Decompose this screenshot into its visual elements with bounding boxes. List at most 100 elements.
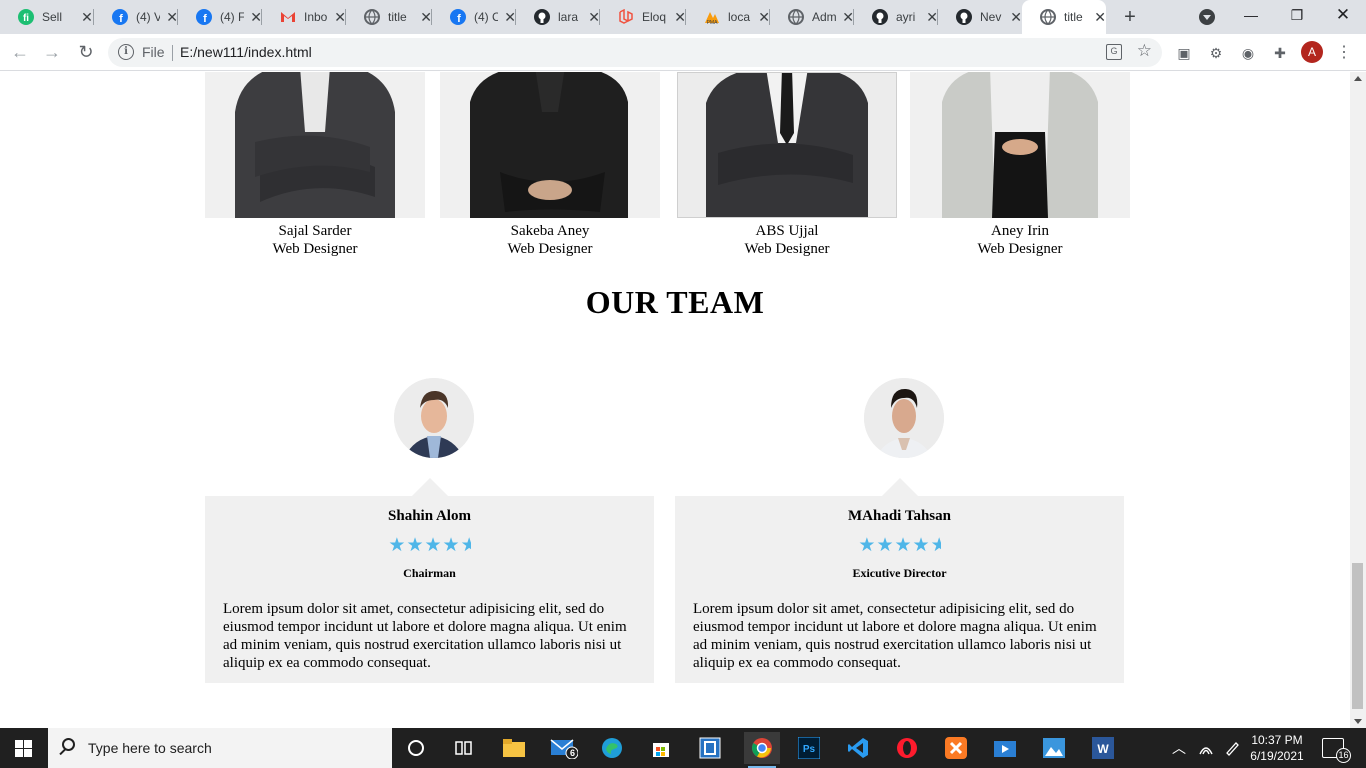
tab-title: lara <box>558 10 579 24</box>
close-icon[interactable]: ✕ <box>1094 9 1106 26</box>
chrome-icon[interactable] <box>744 732 780 768</box>
info-icon[interactable]: i <box>118 44 134 60</box>
star-icon: ★ <box>406 534 425 556</box>
address-bar[interactable]: i File E:/new111/index.html G ☆ <box>108 38 1162 67</box>
app-icon[interactable] <box>694 732 726 764</box>
bookmark-star-icon[interactable]: ☆ <box>1137 41 1152 61</box>
member-role: Chairman <box>403 566 456 580</box>
staff-card: ABS Ujjal Web Designer <box>677 72 897 258</box>
restore-button[interactable]: ❐ <box>1274 0 1320 30</box>
new-tab-button[interactable]: + <box>1118 5 1142 29</box>
browser-tab[interactable]: f (4) F ✕ <box>178 0 262 34</box>
tab-title: Sell <box>42 10 63 24</box>
star-rating: ★★★★★ <box>205 534 654 556</box>
extension-icon[interactable]: ⚙ <box>1207 44 1225 62</box>
scroll-up-arrow-icon[interactable] <box>1354 76 1362 81</box>
network-icon[interactable] <box>1198 728 1214 768</box>
notification-center-icon[interactable]: 16 <box>1322 738 1351 763</box>
browser-tab-active[interactable]: title ✕ <box>1022 0 1106 34</box>
facebook-icon: f <box>112 9 128 25</box>
svg-text:f: f <box>119 13 123 25</box>
tab-title: (4) V <box>136 10 161 24</box>
show-hidden-icons-button[interactable]: ︿ <box>1172 728 1186 768</box>
edge-icon[interactable] <box>596 732 628 764</box>
staff-role: Web Designer <box>977 241 1063 257</box>
taskbar-search-box[interactable]: Type here to search <box>48 728 392 768</box>
url-text[interactable]: E:/new111/index.html <box>180 44 312 60</box>
mail-badge: 6 <box>570 748 576 758</box>
task-view-icon[interactable] <box>448 732 480 764</box>
opera-icon[interactable] <box>891 732 923 764</box>
store-icon[interactable] <box>645 732 677 764</box>
photoshop-icon[interactable]: Ps <box>793 732 825 764</box>
vertical-scrollbar[interactable] <box>1350 72 1366 728</box>
gmail-icon <box>280 9 296 25</box>
member-name: MAhadi Tahsan <box>848 508 951 524</box>
browser-tab[interactable]: Adm ✕ <box>770 0 854 34</box>
page-viewport: Sajal Sarder Web Designer Sakeba Aney We… <box>0 72 1350 728</box>
svg-text:fi: fi <box>23 13 29 24</box>
minimize-button[interactable]: — <box>1228 0 1274 30</box>
reload-button[interactable]: ↻ <box>74 40 98 64</box>
github-icon <box>534 9 550 25</box>
browser-tab[interactable]: Nev ✕ <box>938 0 1022 34</box>
divider <box>172 45 173 61</box>
forward-button[interactable]: → <box>40 40 64 64</box>
browser-tab[interactable]: fi Sell ✕ <box>0 0 94 34</box>
browser-tab[interactable]: f (4) V ✕ <box>94 0 178 34</box>
browser-toolbar: ← → ↻ i File E:/new111/index.html G ☆ <box>0 34 1366 71</box>
browser-tab[interactable]: f (4) C ✕ <box>432 0 516 34</box>
half-star-icon: ★ <box>930 534 941 556</box>
tab-search-icon[interactable] <box>1199 9 1215 25</box>
camera-icon[interactable]: ◉ <box>1239 44 1257 62</box>
member-description: Lorem ipsum dolor sit amet, consectetur … <box>223 601 627 671</box>
close-icon[interactable]: ✕ <box>80 9 94 26</box>
video-editor-icon[interactable] <box>989 732 1021 764</box>
pen-icon[interactable] <box>1224 728 1240 768</box>
browser-tab[interactable]: Inbo ✕ <box>262 0 346 34</box>
bubble-pointer <box>882 478 918 496</box>
tab-title: (4) F <box>220 10 245 24</box>
scroll-down-arrow-icon[interactable] <box>1354 719 1362 724</box>
browser-tab[interactable]: title ✕ <box>346 0 432 34</box>
translate-icon[interactable]: G <box>1106 44 1122 60</box>
system-clock[interactable]: 10:37 PM 6/19/2021 <box>1242 732 1312 764</box>
tab-title: title <box>1064 10 1083 24</box>
pdf-extension-icon[interactable]: ▣ <box>1175 44 1193 62</box>
star-icon: ★ <box>894 534 913 556</box>
tab-strip: fi Sell ✕ f (4) V ✕ f (4) F ✕ Inbo ✕ tit… <box>0 0 1366 34</box>
scrollbar-thumb[interactable] <box>1352 563 1363 709</box>
puzzle-icon[interactable]: ✚ <box>1271 44 1289 62</box>
staff-name: Sakeba Aney <box>510 223 590 239</box>
word-icon[interactable]: W <box>1087 732 1119 764</box>
clock-time: 10:37 PM <box>1251 733 1303 747</box>
windows-taskbar: Type here to search 6 Ps W ︿ 10:37 PM 6/… <box>0 728 1366 768</box>
avatar <box>394 378 474 458</box>
close-icon[interactable]: ✕ <box>1010 9 1022 26</box>
star-icon: ★ <box>858 534 877 556</box>
vscode-icon[interactable] <box>842 732 874 764</box>
svg-text:PMA: PMA <box>707 20 719 25</box>
xampp-icon[interactable] <box>940 732 972 764</box>
staff-role: Web Designer <box>744 241 830 257</box>
mail-icon[interactable]: 6 <box>548 732 580 764</box>
browser-tab[interactable]: lara ✕ <box>516 0 600 34</box>
half-star-icon: ★ <box>460 534 471 556</box>
globe-icon <box>364 9 380 25</box>
member-info-box: MAhadi Tahsan ★★★★★ Exicutive Director L… <box>675 496 1124 683</box>
browser-tab[interactable]: Eloq ✕ <box>600 0 686 34</box>
photos-icon[interactable] <box>1038 732 1070 764</box>
start-button[interactable] <box>0 728 48 768</box>
close-window-button[interactable]: ✕ <box>1320 0 1366 30</box>
clock-date: 6/19/2021 <box>1250 749 1304 763</box>
file-explorer-icon[interactable] <box>498 732 530 764</box>
menu-icon[interactable]: ⋮ <box>1336 42 1352 62</box>
back-button[interactable]: ← <box>8 40 32 64</box>
github-icon <box>872 9 888 25</box>
browser-tab[interactable]: ayri ✕ <box>854 0 938 34</box>
profile-avatar[interactable]: A <box>1301 41 1323 63</box>
svg-text:W: W <box>1097 742 1109 756</box>
staff-name: Aney Irin <box>991 223 1049 239</box>
browser-tab[interactable]: PMA loca ✕ <box>686 0 770 34</box>
cortana-icon[interactable] <box>400 732 432 764</box>
